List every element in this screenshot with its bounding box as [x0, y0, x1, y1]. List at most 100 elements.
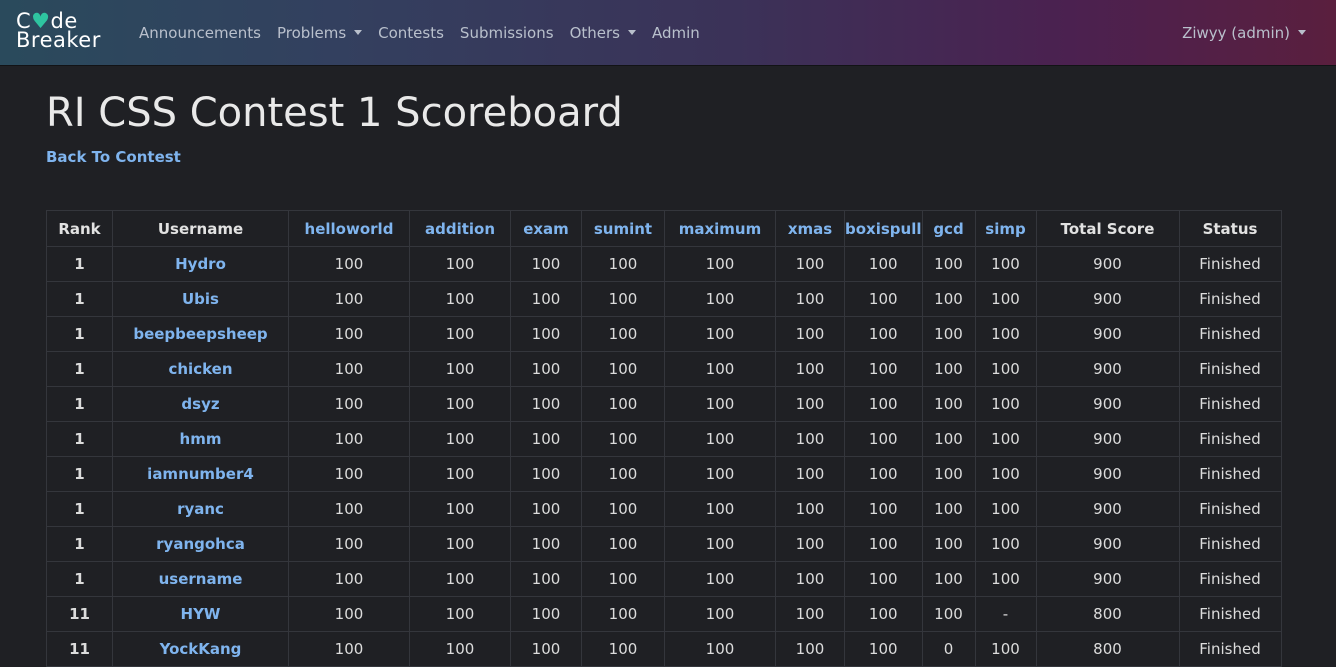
column-header-problem-simp[interactable]: simp — [974, 210, 1037, 247]
score-cell-simp: 100 — [974, 421, 1037, 457]
column-header-problem-gcd[interactable]: gcd — [921, 210, 976, 247]
score-cell-exam: 100 — [510, 246, 582, 282]
score-cell-boxispull: 100 — [844, 281, 923, 317]
score-cell-maximum: 100 — [664, 386, 776, 422]
total-score-cell: 900 — [1035, 526, 1180, 562]
score-cell-addition: 100 — [409, 351, 511, 387]
codebreaker-logo[interactable]: C♥de Breaker — [16, 11, 101, 51]
score-cell-addition: 100 — [409, 456, 511, 492]
username-link[interactable]: Hydro — [112, 246, 289, 282]
nav-item-admin[interactable]: Admin — [652, 24, 700, 42]
table-body: 1 Hydro 100 100 100 100 100 100 100 100 100 900 Fini… — [46, 246, 1282, 667]
score-cell-helloworld: 100 — [288, 316, 410, 352]
table-row: 11 HYW 100 100 100 100 100 100 100 100-800 Finishe… — [46, 596, 1282, 632]
score-cell-gcd: 100 — [921, 526, 976, 562]
score-cell-maximum: 100 — [664, 246, 776, 282]
total-score-cell: 900 — [1035, 491, 1180, 527]
username-link[interactable]: ryangohca — [112, 526, 289, 562]
score-cell-maximum: 100 — [664, 526, 776, 562]
username-link[interactable]: Ubis — [112, 281, 289, 317]
score-cell-xmas: 100 — [775, 561, 845, 597]
username-link[interactable]: hmm — [112, 421, 289, 457]
table-row: 1 iamnumber4 100 100 100 100 100 100 100 100 100 90… — [46, 456, 1282, 492]
score-cell-gcd: 100 — [921, 456, 976, 492]
nav-item-submissions[interactable]: Submissions — [460, 24, 554, 42]
score-cell-addition: 100 — [409, 316, 511, 352]
nav-item-contests[interactable]: Contests — [378, 24, 444, 42]
score-cell-gcd: 100 — [921, 351, 976, 387]
status-cell: Finished — [1178, 351, 1282, 387]
score-cell-helloworld: 100 — [288, 246, 410, 282]
column-header-problem-exam[interactable]: exam — [510, 210, 582, 247]
nav-menu: Announcements Problems Contests Submissions… — [139, 0, 716, 65]
column-header-problem-helloworld[interactable]: helloworld — [288, 210, 410, 247]
total-score-cell: 900 — [1035, 561, 1180, 597]
score-cell-boxispull: 100 — [844, 631, 923, 667]
back-to-contest-link[interactable]: Back To Contest — [46, 148, 181, 166]
column-header-total-score: Total Score — [1035, 210, 1180, 247]
username-link[interactable]: dsyz — [112, 386, 289, 422]
score-cell-simp: - — [974, 596, 1037, 632]
rank-cell: 1 — [46, 456, 113, 492]
username-link[interactable]: YockKang — [112, 631, 289, 667]
column-header-problem-addition[interactable]: addition — [409, 210, 511, 247]
score-cell-helloworld: 100 — [288, 561, 410, 597]
rank-cell: 1 — [46, 526, 113, 562]
table-row: 1 ryangohca 100 100 100 100 100 100 100 100 100 900… — [46, 526, 1282, 562]
username-link[interactable]: HYW — [112, 596, 289, 632]
score-cell-gcd: 100 — [921, 491, 976, 527]
score-cell-simp: 100 — [974, 456, 1037, 492]
username-link[interactable]: ryanc — [112, 491, 289, 527]
score-cell-gcd: 0 — [921, 631, 976, 667]
nav-item-problems[interactable]: Problems — [277, 24, 363, 42]
nav-item-label: Admin — [651, 23, 700, 42]
rank-cell: 11 — [46, 596, 113, 632]
score-cell-sumint: 100 — [581, 386, 665, 422]
column-header-status: Status — [1178, 210, 1282, 247]
total-score-cell: 900 — [1035, 351, 1180, 387]
score-cell-maximum: 100 — [664, 351, 776, 387]
score-cell-sumint: 100 — [581, 351, 665, 387]
rank-cell: 1 — [46, 491, 113, 527]
score-cell-maximum: 100 — [664, 561, 776, 597]
table-row: 1 dsyz 100 100 100 100 100 100 100 100 100 900 Finis… — [46, 386, 1282, 422]
total-score-cell: 800 — [1035, 596, 1180, 632]
table-row: 1 chicken 100 100 100 100 100 100 100 100 100 900 Fi… — [46, 351, 1282, 387]
nav-item-announcements[interactable]: Announcements — [139, 24, 261, 42]
user-menu-label: Ziwyy (admin) — [1182, 23, 1290, 42]
score-cell-boxispull: 100 — [844, 351, 923, 387]
score-cell-xmas: 100 — [775, 386, 845, 422]
score-cell-addition: 100 — [409, 526, 511, 562]
table-row: 1 ryanc 100 100 100 100 100 100 100 100 100 900 Fini… — [46, 491, 1282, 527]
score-cell-helloworld: 100 — [288, 386, 410, 422]
column-header-problem-xmas[interactable]: xmas — [775, 210, 845, 247]
score-cell-addition: 100 — [409, 246, 511, 282]
score-cell-xmas: 100 — [775, 351, 845, 387]
score-cell-addition: 100 — [409, 491, 511, 527]
username-link[interactable]: beepbeepsheep — [112, 316, 289, 352]
score-cell-boxispull: 100 — [844, 421, 923, 457]
score-cell-gcd: 100 — [921, 316, 976, 352]
score-cell-maximum: 100 — [664, 316, 776, 352]
username-link[interactable]: iamnumber4 — [112, 456, 289, 492]
score-cell-sumint: 100 — [581, 246, 665, 282]
score-cell-simp: 100 — [974, 316, 1037, 352]
nav-item-others[interactable]: Others — [570, 24, 636, 42]
score-cell-sumint: 100 — [581, 421, 665, 457]
top-navbar: C♥de Breaker Announcements Problems Contes… — [0, 0, 1336, 66]
username-link[interactable]: chicken — [112, 351, 289, 387]
score-cell-exam: 100 — [510, 561, 582, 597]
column-header-problem-maximum[interactable]: maximum — [664, 210, 776, 247]
score-cell-simp: 100 — [974, 526, 1037, 562]
score-cell-maximum: 100 — [664, 631, 776, 667]
rank-cell: 1 — [46, 561, 113, 597]
score-cell-simp: 100 — [974, 351, 1037, 387]
column-header-problem-sumint[interactable]: sumint — [581, 210, 665, 247]
username-link[interactable]: username — [112, 561, 289, 597]
score-cell-helloworld: 100 — [288, 421, 410, 457]
total-score-cell: 800 — [1035, 631, 1180, 667]
user-menu[interactable]: Ziwyy (admin) — [1182, 0, 1306, 65]
score-cell-boxispull: 100 — [844, 246, 923, 282]
column-header-problem-boxispull[interactable]: boxispull — [844, 210, 923, 247]
score-cell-simp: 100 — [974, 246, 1037, 282]
